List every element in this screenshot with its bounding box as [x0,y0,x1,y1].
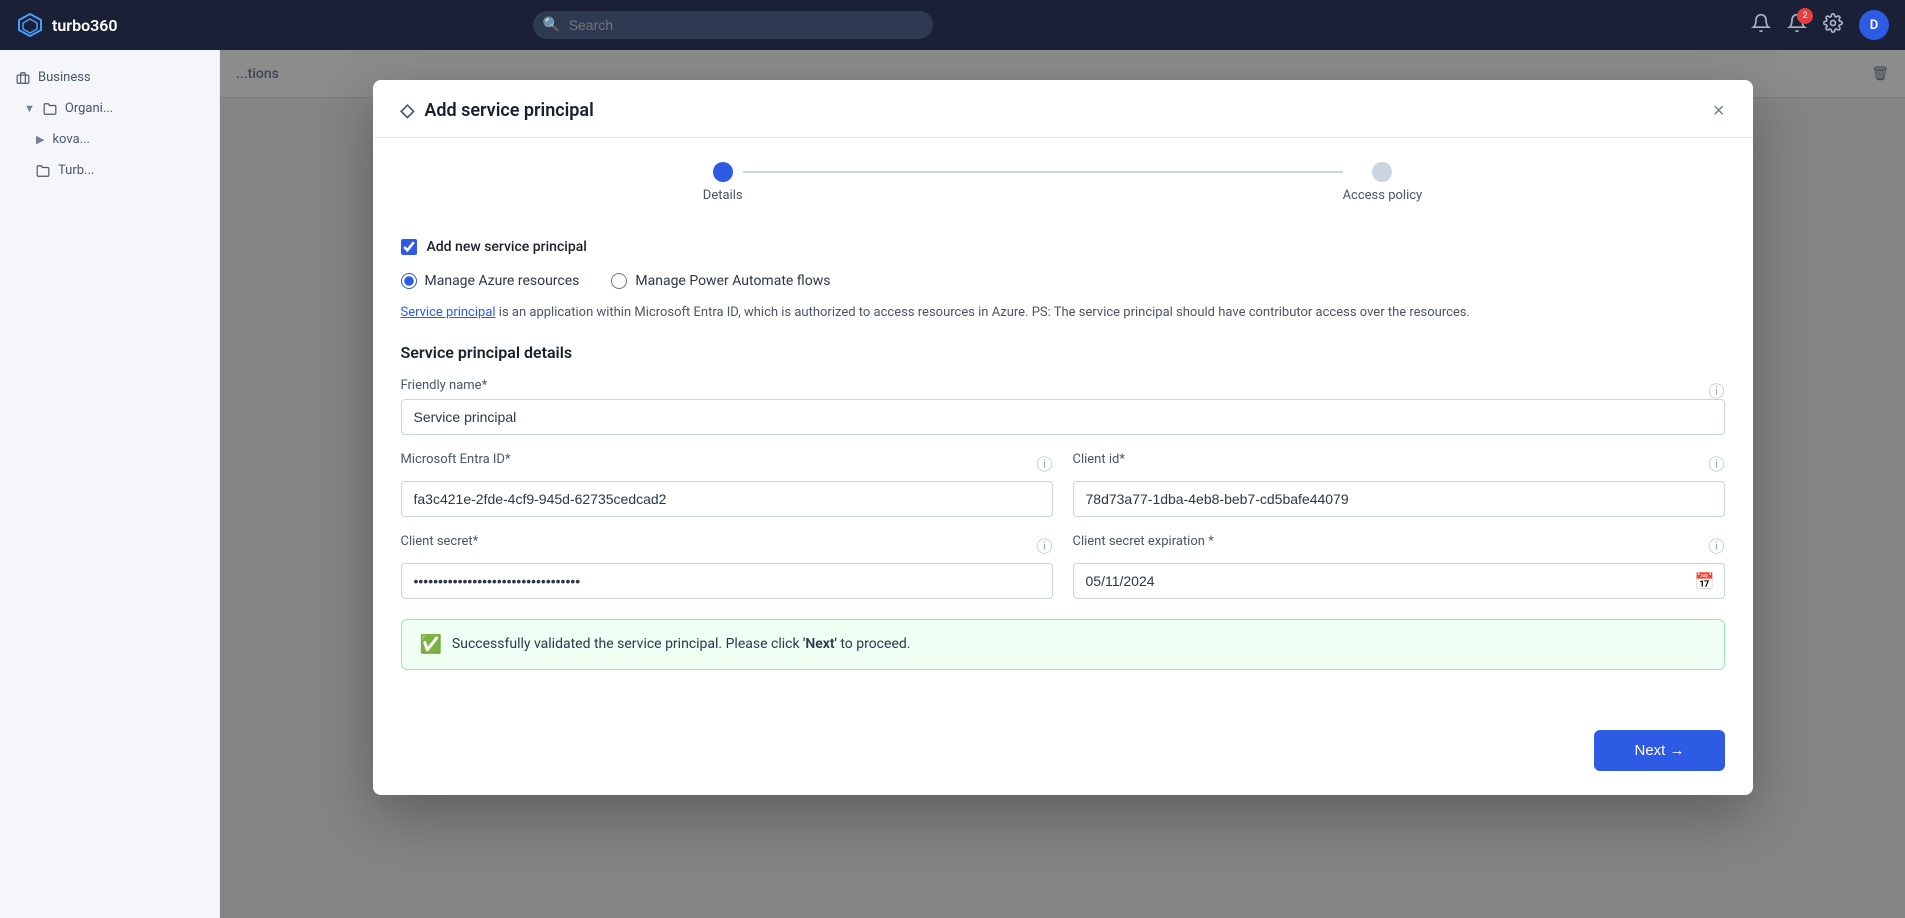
client-id-field: Client id* ⓘ [1073,451,1725,517]
secret-expiration-row: Client secret* ⓘ Client secret expiratio… [401,533,1725,599]
sidebar-label-business: Business [38,70,91,85]
chevron-down-icon: ▼ [24,102,35,115]
step-details: Details [703,162,743,203]
avatar[interactable]: D [1859,10,1889,40]
client-secret-exp-input[interactable] [1073,563,1725,599]
client-secret-exp-label-text: Client secret expiration * [1073,534,1214,549]
friendly-name-input[interactable] [401,399,1725,435]
search-input[interactable] [533,11,933,39]
step-access-circle [1372,162,1392,182]
search-container: 🔍 [533,11,933,39]
modal-dialog: ◇ Add service principal × Details Access… [373,80,1753,795]
client-secret-label-text: Client secret* [401,534,479,549]
client-secret-input[interactable] [401,563,1053,599]
stepper: Details Access policy [373,138,1753,219]
entra-client-row: Microsoft Entra ID* ⓘ Client id* ⓘ [401,451,1725,517]
notification-badge: 2 [1797,8,1813,24]
client-secret-info-icon[interactable]: ⓘ [1036,533,1052,557]
friendly-name-info-icon[interactable]: ⓘ [1708,378,1724,402]
radio-power-automate-input[interactable] [611,273,627,289]
step-access-policy: Access policy [1343,162,1423,203]
sidebar-item-org[interactable]: ▼ Organi... [0,93,219,124]
step-connector [743,171,1343,173]
radio-azure-label: Manage Azure resources [425,273,580,289]
step-access-label: Access policy [1343,188,1423,203]
client-secret-exp-info-icon[interactable]: ⓘ [1708,533,1724,557]
friendly-name-label-row: Friendly name* ⓘ [401,378,1725,399]
success-text-before: Successfully validated the service princ… [452,636,803,652]
calendar-icon[interactable]: 📅 [1695,571,1715,590]
section-heading: Service principal details [401,343,1725,362]
success-message: Successfully validated the service princ… [452,636,911,652]
client-id-input[interactable] [1073,481,1725,517]
service-principal-link[interactable]: Service principal [401,305,496,320]
logo-text: turbo360 [52,16,118,35]
radio-azure-resources[interactable]: Manage Azure resources [401,273,580,289]
client-id-info-icon[interactable]: ⓘ [1708,451,1724,475]
radio-group: Manage Azure resources Manage Power Auto… [401,273,1725,289]
description-rest: is an application within Microsoft Entra… [499,305,1470,320]
entra-id-label-text: Microsoft Entra ID* [401,452,511,467]
description-text: Service principal is an application with… [401,303,1725,323]
next-button[interactable]: Next → [1594,730,1724,771]
sidebar-item-kova[interactable]: ▶ kova... [0,124,219,155]
radio-power-automate-label: Manage Power Automate flows [635,273,830,289]
content-area: ...tions 🗑 ◇ Add service principal × [220,50,1905,918]
settings-icon[interactable] [1823,13,1843,38]
sidebar-item-org-label: Organi... [65,101,113,116]
friendly-name-field-row: Friendly name* ⓘ [401,378,1725,435]
chevron-right-icon: ▶ [36,133,44,146]
step-details-label: Details [703,188,743,203]
step-details-circle [713,162,733,182]
entra-id-input[interactable] [401,481,1053,517]
date-input-wrapper: 📅 [1073,563,1725,599]
modal-body: Add new service principal Manage Azure r… [373,219,1753,714]
friendly-name-label-text: Friendly name* [401,378,488,393]
modal-close-button[interactable]: × [1713,101,1725,121]
add-principal-checkbox-label: Add new service principal [427,239,587,255]
add-principal-checkbox-row: Add new service principal [401,239,1725,255]
friendly-name-label: Friendly name* [401,378,488,393]
notifications-icon[interactable]: 2 [1787,13,1807,38]
sidebar-item-business[interactable]: Business [0,62,219,93]
success-text-bold: 'Next' [803,636,837,652]
client-id-label-text: Client id* [1073,452,1125,467]
principal-icon: ◇ [401,100,415,121]
main-layout: Business ▼ Organi... ▶ kova... Turb... .… [0,50,1905,918]
success-banner: ✅ Successfully validated the service pri… [401,619,1725,670]
logo: turbo360 [16,11,118,39]
client-secret-field: Client secret* ⓘ [401,533,1053,599]
search-icon: 🔍 [543,17,560,33]
sidebar-item-turb[interactable]: Turb... [0,155,219,186]
announcements-icon[interactable] [1751,13,1771,38]
entra-id-field: Microsoft Entra ID* ⓘ [401,451,1053,517]
success-check-icon: ✅ [420,634,442,655]
add-principal-checkbox[interactable] [401,239,417,255]
topnav-actions: 2 D [1751,10,1889,40]
entra-id-info-icon[interactable]: ⓘ [1036,451,1052,475]
modal-overlay: ◇ Add service principal × Details Access… [220,50,1905,918]
modal-title-container: ◇ Add service principal [401,100,594,121]
client-secret-exp-field: Client secret expiration * ⓘ 📅 [1073,533,1725,599]
modal-title-text: Add service principal [424,100,593,121]
top-navigation: turbo360 🔍 2 D [0,0,1905,50]
sidebar-item-kova-label: kova... [52,132,89,147]
modal-header: ◇ Add service principal × [373,80,1753,138]
modal-footer: Next → [373,714,1753,795]
sidebar-item-turb-label: Turb... [58,163,94,178]
success-text-after: to proceed. [837,636,911,652]
radio-azure-input[interactable] [401,273,417,289]
sidebar: Business ▼ Organi... ▶ kova... Turb... [0,50,220,918]
radio-power-automate[interactable]: Manage Power Automate flows [611,273,830,289]
